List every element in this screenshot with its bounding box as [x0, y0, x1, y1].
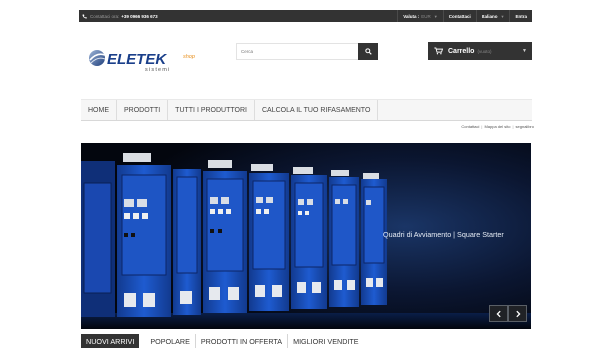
phone-number[interactable]: +39 0966 936 673 [121, 14, 157, 19]
hero-banner[interactable]: Quadri di Avviamento | Square Starter [81, 143, 531, 329]
nav-item-home[interactable]: HOME [81, 100, 117, 120]
login-link[interactable]: Entra [509, 10, 532, 22]
logo-tagline: sistemi [145, 67, 171, 73]
search-box [236, 43, 378, 60]
search-button[interactable] [358, 43, 378, 60]
tab-popolare[interactable]: POPOLARE [145, 334, 196, 348]
nav-item-rifasamento[interactable]: CALCOLA IL TUO RIFASAMENTO [255, 100, 379, 120]
quicklink-sitemap[interactable]: Mappa del sito [484, 124, 510, 129]
chevron-left-icon [495, 310, 501, 317]
phone-icon [82, 14, 87, 19]
contact-phone: Contattaci ora: +39 0966 936 673 [79, 14, 158, 19]
site-logo[interactable]: ELETEK shop sistemi [87, 44, 207, 74]
search-icon [364, 48, 372, 55]
language-selector[interactable]: Italiano ▼ [475, 10, 510, 22]
tab-nuovi-arrivi[interactable]: NUOVI ARRIVI [81, 334, 140, 348]
chevron-down-icon: ▼ [522, 48, 527, 54]
nav-item-prodotti[interactable]: PRODOTTI [117, 100, 169, 120]
language-value: Italiano [481, 13, 498, 19]
divider: | [512, 124, 514, 129]
banner-caption: Quadri di Avviamento | Square Starter [383, 230, 504, 239]
tab-migliori-vendite[interactable]: MIGLIORI VENDITE [288, 334, 364, 348]
logo-suffix: shop [183, 54, 195, 60]
call-label: Contattaci ora: [90, 13, 120, 19]
quicklink-contact[interactable]: Contattaci [461, 124, 479, 129]
top-bar: Contattaci ora: +39 0966 936 673 Valuta … [79, 10, 532, 22]
cart-label: Carrello [448, 47, 475, 55]
cart-icon [434, 47, 443, 55]
page: Contattaci ora: +39 0966 936 673 Valuta … [0, 0, 589, 348]
cart-status: (vuoto) [477, 48, 492, 54]
currency-value: EUR [421, 13, 431, 19]
chevron-down-icon: ▼ [433, 13, 438, 19]
product-tabs: NUOVI ARRIVI POPOLARE PRODOTTI IN OFFERT… [81, 334, 364, 348]
tab-prodotti-offerta[interactable]: PRODOTTI IN OFFERTA [196, 334, 289, 348]
currency-label: Valuta : [403, 13, 420, 19]
chevron-down-icon: ▼ [500, 13, 505, 19]
contact-link[interactable]: Contattaci [442, 10, 476, 22]
chevron-right-icon [515, 310, 521, 317]
logo-brand: ELETEK [107, 51, 167, 68]
slider-prev-button[interactable] [489, 305, 508, 322]
divider: | [481, 124, 483, 129]
search-input[interactable] [237, 44, 357, 59]
slider-next-button[interactable] [508, 305, 527, 322]
quick-links: Contattaci | Mappa del sito | segnalibro [461, 124, 534, 129]
cart-button[interactable]: Carrello (vuoto) ▼ [428, 42, 532, 60]
main-nav: HOME PRODOTTI TUTTI I PRODUTTORI CALCOLA… [81, 99, 532, 121]
quicklink-bookmark[interactable]: segnalibro [516, 124, 534, 129]
currency-selector[interactable]: Valuta : EUR ▼ [397, 10, 443, 22]
nav-item-produttori[interactable]: TUTTI I PRODUTTORI [168, 100, 255, 120]
